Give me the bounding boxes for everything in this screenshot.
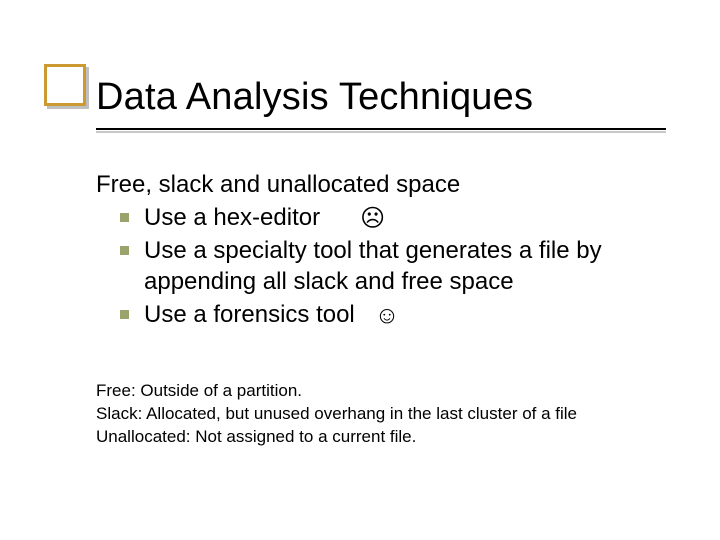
bullet-square-icon: [120, 310, 129, 319]
bullet-text: Use a forensics tool: [144, 301, 355, 328]
frown-icon: ☹: [360, 205, 385, 232]
list-item: Use a specialty tool that generates a fi…: [120, 236, 676, 297]
bullet-square-icon: [120, 246, 129, 255]
list-item: Use a forensics tool ☺: [120, 300, 676, 332]
definition-line: Free: Outside of a partition.: [96, 380, 656, 403]
bullet-text: Use a specialty tool that generates a fi…: [144, 237, 602, 295]
bullet-square-icon: [120, 213, 129, 222]
title-underline: [96, 128, 666, 130]
definitions-block: Free: Outside of a partition. Slack: All…: [96, 380, 656, 449]
definition-line: Slack: Allocated, but unused overhang in…: [96, 403, 656, 426]
body-text: Free, slack and unallocated space Use a …: [96, 170, 676, 334]
accent-square: [44, 64, 86, 106]
definition-line: Unallocated: Not assigned to a current f…: [96, 426, 656, 449]
bullet-text: Use a hex-editor: [144, 204, 320, 231]
slide: Data Analysis Techniques Free, slack and…: [0, 0, 720, 540]
bullet-list: Use a hex-editor ☹ Use a specialty tool …: [120, 203, 676, 332]
lead-line: Free, slack and unallocated space: [96, 170, 676, 201]
slide-title: Data Analysis Techniques: [96, 76, 533, 119]
list-item: Use a hex-editor ☹: [120, 203, 676, 235]
smile-icon: ☺: [375, 302, 400, 329]
